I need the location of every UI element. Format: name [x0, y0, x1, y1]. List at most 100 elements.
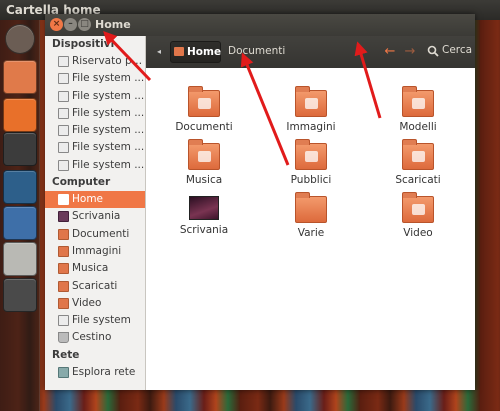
file-item[interactable]: Pubblici [266, 139, 356, 186]
sidebar-item-label: File system ... [72, 89, 145, 102]
sidebar-item[interactable]: Immagini [45, 243, 145, 260]
sidebar-item[interactable]: Cestino [45, 329, 145, 346]
file-item[interactable]: Immagini [266, 86, 356, 133]
home-folder-launcher-icon[interactable] [3, 60, 37, 94]
sidebar-item-label: Esplora rete [72, 365, 136, 378]
sidebar-item[interactable]: Scrivania [45, 208, 145, 225]
file-item[interactable]: Scaricati [373, 139, 463, 186]
desktop-folder-icon [189, 196, 219, 220]
sidebar-item-label: File system ... [72, 158, 145, 171]
thunderbird-icon[interactable] [3, 206, 37, 240]
folder-icon [58, 297, 69, 309]
file-item-label: Modelli [399, 121, 437, 133]
breadcrumb-home-button[interactable]: Home [170, 41, 221, 63]
sidebar-item[interactable]: Musica [45, 260, 145, 277]
home-icon [174, 47, 184, 56]
file-item[interactable]: Documenti [159, 86, 249, 133]
folder-emblem-icon [198, 98, 211, 109]
templates-folder-icon [402, 86, 434, 117]
file-item-label: Immagini [286, 121, 336, 133]
file-item[interactable]: Varie [266, 192, 356, 239]
sidebar-item-label: File system ... [72, 141, 145, 154]
folder-emblem-icon [198, 151, 211, 162]
firefox-icon[interactable] [3, 98, 37, 132]
sidebar-item-label: Scrivania [72, 210, 121, 223]
drive-icon [58, 159, 69, 171]
sidebar-item[interactable]: File system ... [45, 139, 145, 156]
workspace-switcher-icon[interactable] [3, 278, 37, 312]
minimize-button[interactable]: – [64, 18, 77, 31]
sidebar-item[interactable]: Documenti [45, 226, 145, 243]
breadcrumb-documents-button[interactable]: Documenti [226, 41, 285, 63]
text-editor-icon[interactable] [3, 242, 37, 276]
maximize-button[interactable]: □ [78, 18, 91, 31]
file-item[interactable]: Modelli [373, 86, 463, 133]
sidebar-toggle-button[interactable]: ◂ [152, 45, 166, 59]
file-item[interactable]: Scrivania [159, 196, 249, 236]
folder-emblem-icon [412, 204, 425, 215]
ubuntu-dash-icon[interactable] [5, 24, 35, 54]
sidebar-item[interactable]: Home [45, 191, 145, 209]
sidebar-item-label: Immagini [72, 244, 122, 257]
sidebar-item-label: File system [72, 314, 131, 327]
search-icon[interactable] [427, 45, 439, 57]
sidebar-item[interactable]: File system ... [45, 122, 145, 139]
sidebar-item-label: Cestino [72, 331, 112, 344]
image-viewer-icon[interactable] [3, 170, 37, 204]
home-folder-icon [58, 194, 69, 206]
file-item-label: Pubblici [290, 174, 332, 186]
sidebar-item-label: Riservato pe... [72, 55, 145, 67]
sidebar-item-label: File system ... [72, 72, 145, 85]
file-manager-window: × – □ Home Dispositivi Riservato pe... Fil… [45, 14, 475, 390]
public-folder-icon [295, 139, 327, 170]
drive-icon [58, 125, 69, 137]
music-folder-icon [188, 139, 220, 170]
file-item[interactable]: Video [373, 192, 463, 239]
location-toolbar: ◂ Home Documenti ← → Cerca [146, 36, 475, 68]
folder-icon [295, 192, 327, 223]
file-item[interactable]: Musica [159, 139, 249, 186]
file-view: Documenti Immagini Modelli Musica Pubblici Sc… [146, 68, 475, 390]
sidebar-item-label: File system ... [72, 106, 145, 119]
folder-emblem-icon [412, 151, 425, 162]
folder-emblem-icon [305, 151, 318, 162]
breadcrumb-home-label: Home [187, 46, 222, 58]
sidebar-item-label: Musica [72, 262, 109, 275]
sidebar-item[interactable]: File system [45, 312, 145, 329]
folder-icon [58, 263, 69, 275]
file-item-label: Scaricati [395, 174, 441, 186]
drive-icon [58, 56, 69, 67]
sidebar-item[interactable]: Video [45, 295, 145, 312]
sidebar-item-label: Scaricati [72, 279, 118, 292]
folder-icon [58, 228, 69, 240]
sidebar-item[interactable]: File system ... [45, 88, 145, 105]
terminal-icon[interactable] [3, 132, 37, 166]
sidebar-item[interactable]: File system ... [45, 157, 145, 174]
drive-icon [58, 142, 69, 154]
places-sidebar: Dispositivi Riservato pe... File system ..… [45, 36, 146, 390]
pictures-folder-icon [295, 86, 327, 117]
sidebar-item[interactable]: Scaricati [45, 278, 145, 295]
close-button[interactable]: × [50, 18, 63, 31]
launcher [0, 20, 40, 411]
drive-icon [58, 73, 69, 85]
forward-button[interactable]: → [402, 43, 418, 61]
file-item-label: Scrivania [179, 224, 229, 236]
sidebar-item-label: Video [72, 296, 102, 309]
downloads-folder-icon [402, 139, 434, 170]
window-titlebar[interactable]: × – □ Home [45, 14, 475, 36]
search-button-label[interactable]: Cerca [442, 44, 472, 56]
file-item-label: Video [403, 227, 433, 239]
drive-icon [58, 315, 69, 327]
sidebar-section-rete: Rete [52, 348, 80, 361]
sidebar-item[interactable]: File system ... [45, 105, 145, 122]
sidebar-section-dispositivi: Dispositivi [52, 38, 115, 50]
drive-icon [58, 107, 69, 119]
window-title: Home [95, 18, 131, 31]
sidebar-item[interactable]: File system ... [45, 70, 145, 87]
sidebar-item[interactable]: Riservato pe... [45, 53, 145, 70]
sidebar-item[interactable]: Esplora rete [45, 364, 145, 381]
documents-folder-icon [188, 86, 220, 117]
desktop-icon [58, 211, 69, 223]
back-button[interactable]: ← [382, 43, 398, 61]
